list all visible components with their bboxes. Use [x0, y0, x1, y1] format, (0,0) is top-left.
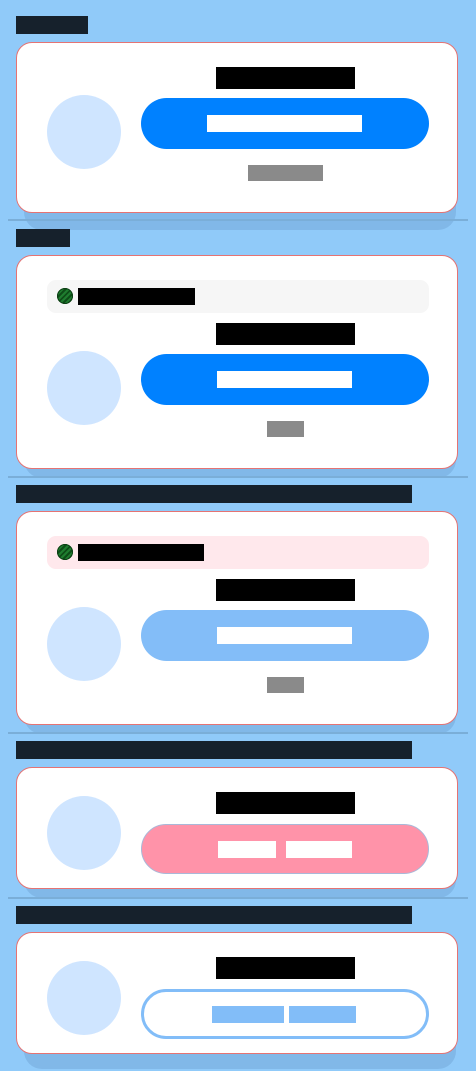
primary-button[interactable] — [141, 98, 429, 149]
button-label — [217, 371, 352, 388]
card-title — [216, 792, 355, 814]
card-title — [216, 957, 355, 979]
avatar — [47, 95, 121, 169]
section-divider — [8, 732, 468, 734]
section-divider — [8, 476, 468, 478]
card-1 — [16, 42, 458, 213]
section-label-4 — [16, 741, 412, 759]
button-label-part-2 — [289, 1006, 356, 1023]
button-label-part-1 — [218, 841, 276, 858]
section-divider — [8, 219, 468, 221]
card-title — [216, 67, 355, 89]
section-divider — [8, 897, 468, 899]
notice-banner — [47, 280, 429, 313]
section-label-2 — [16, 229, 70, 247]
section-label-3 — [16, 485, 412, 503]
card-caption — [248, 165, 323, 181]
card-title — [216, 323, 355, 345]
button-label-part-1 — [212, 1006, 284, 1023]
avatar — [47, 961, 121, 1035]
card-2 — [16, 255, 458, 469]
disabled-button[interactable] — [141, 610, 429, 661]
avatar — [47, 796, 121, 870]
section-label-5 — [16, 906, 412, 924]
error-banner — [47, 536, 429, 569]
notice-text — [78, 288, 195, 305]
card-title — [216, 579, 355, 601]
card-caption — [267, 677, 304, 693]
card-4 — [16, 767, 458, 889]
card-caption — [267, 421, 304, 437]
status-icon — [57, 288, 73, 304]
avatar — [47, 607, 121, 681]
card-5 — [16, 932, 458, 1054]
card-3 — [16, 511, 458, 725]
button-label-part-2 — [286, 841, 352, 858]
danger-button[interactable] — [141, 824, 429, 874]
button-label — [207, 115, 362, 132]
status-icon — [57, 544, 73, 560]
outline-button[interactable] — [141, 989, 429, 1039]
avatar — [47, 351, 121, 425]
button-label — [217, 627, 352, 644]
section-label-1 — [16, 16, 88, 34]
notice-text — [78, 544, 204, 561]
primary-button[interactable] — [141, 354, 429, 405]
